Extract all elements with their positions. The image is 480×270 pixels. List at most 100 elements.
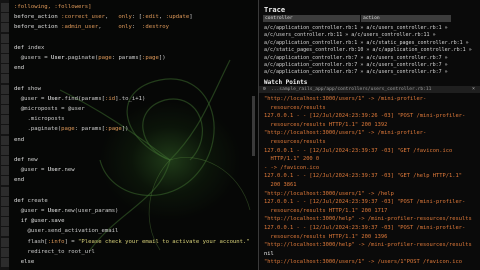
code-line[interactable]: .microposts <box>14 116 64 123</box>
trace-entry[interactable]: a/c/application_controller.rb:7 » a/c/us… <box>264 62 448 68</box>
code-line[interactable]: else <box>14 259 34 266</box>
code-token: "Please check your email to activate you… <box>78 238 250 245</box>
code-line[interactable]: flash[:info] = "Please check your email … <box>14 238 250 246</box>
code-token: new <box>27 157 38 163</box>
code-line[interactable]: def new <box>14 157 38 164</box>
code-token: : params[ <box>111 55 143 61</box>
code-line[interactable]: def create <box>14 198 48 205</box>
code-token: User <box>51 55 65 61</box>
line-number <box>1 145 9 155</box>
code-token: redirect_to root_url <box>14 248 95 255</box>
code-line[interactable]: @user = User.new(user_params) <box>14 208 119 215</box>
code-token: show <box>27 85 41 92</box>
code-token: :destroy <box>142 24 169 31</box>
code-line[interactable]: before_action :admin_user, only: :destro… <box>14 24 169 31</box>
server-log[interactable]: "http://localhost:3000/users/1" -> /mini… <box>259 94 480 270</box>
line-number <box>1 196 9 206</box>
line-number <box>1 84 9 94</box>
code-token: User <box>47 167 62 174</box>
line-number <box>1 227 9 237</box>
code-line[interactable]: end <box>14 65 24 72</box>
line-number <box>1 74 9 84</box>
code-line[interactable]: @user = User.new <box>14 167 75 174</box>
log-line: HTTP/1.1" 200 0 <box>264 156 320 163</box>
code-token: :page <box>104 126 122 133</box>
log-line: nil <box>264 250 274 257</box>
code-token: @microposts = @user <box>14 106 85 112</box>
code-line[interactable]: end <box>14 137 24 144</box>
code-token: :correct_user <box>61 14 105 21</box>
trace-entry[interactable]: a/c/application_controller.rb:1 » a/c/us… <box>264 25 448 31</box>
trace-entry[interactable]: a/c/application_controller.rb:1 » a/c/st… <box>264 40 469 46</box>
line-number <box>1 237 9 247</box>
code-line[interactable]: before_action :correct_user, only: [:edi… <box>14 14 193 21</box>
trace-entry[interactable]: a/c/application_controller.rb:7 » a/c/us… <box>264 69 448 75</box>
code-token: else <box>14 259 35 265</box>
code-token: page <box>61 126 75 133</box>
column-header-action[interactable]: action <box>361 15 451 22</box>
code-line[interactable]: :following, :followers] <box>14 4 91 11</box>
code-editor[interactable]: :following, :followers] before_action :co… <box>0 0 258 270</box>
code-token: .paginate( <box>64 55 99 61</box>
code-token: end <box>14 65 25 72</box>
code-token: :following, :followers] <box>14 4 92 10</box>
code-token: only <box>118 24 132 31</box>
log-line: "http://localhost:3000/users/1" -> /user… <box>264 259 462 266</box>
log-line: resources/results <box>264 139 326 145</box>
code-token: flash[ <box>14 238 48 245</box>
code-token: @user = <box>14 167 48 174</box>
code-line[interactable]: end <box>14 177 24 184</box>
log-line: - -> /favicon.ico <box>264 164 320 171</box>
code-line[interactable]: @users = User.paginate(page: params[:pag… <box>14 55 166 62</box>
code-token: page <box>98 55 112 61</box>
code-token: .paginate( <box>14 126 62 133</box>
code-token: User <box>47 95 62 102</box>
trace-entry[interactable]: a/c/application_controller.rb:7 » a/c/us… <box>264 55 448 61</box>
line-number <box>1 23 9 33</box>
code-line[interactable]: @microposts = @user <box>14 106 85 113</box>
log-line: resources/results HTTP/1.1" 200 1717 <box>264 207 388 214</box>
line-number <box>1 166 9 176</box>
code-token: before_action <box>14 14 62 21</box>
log-line: "http://localhost:3000/users/1" -> /help <box>264 190 394 197</box>
code-token: :id <box>104 95 116 102</box>
code-token: def <box>14 157 28 163</box>
code-token: : [ <box>131 14 143 21</box>
code-line[interactable]: .paginate(page: params[:page]) <box>14 126 129 133</box>
code-token: , <box>104 14 119 21</box>
code-token: ].to_i+1) <box>115 95 146 102</box>
line-number <box>1 156 9 165</box>
log-line: "http://localhost:3000/help" -> /mini-pr… <box>264 242 472 249</box>
trace-entry[interactable]: a/c/users_controller.rb:11 » a/c/users_c… <box>264 32 436 38</box>
gear-icon[interactable]: ⚙ <box>263 87 266 92</box>
line-number <box>1 247 9 257</box>
line-number <box>1 105 9 114</box>
line-number <box>1 115 9 125</box>
editor-scrollbar[interactable] <box>252 96 255 156</box>
line-number <box>1 94 9 104</box>
code-line[interactable]: if @user.save <box>14 218 65 225</box>
code-line[interactable]: @user = User.find(params[:id].to_i+1) <box>14 95 146 103</box>
code-line[interactable]: @user.send_activation_email <box>14 228 118 235</box>
column-header-controller[interactable]: controller <box>263 15 360 22</box>
trace-title: Trace <box>264 6 286 14</box>
code-token: :page <box>142 55 159 61</box>
code-token: @users = <box>14 55 52 61</box>
code-token: @user = <box>14 95 48 102</box>
file-tab-label[interactable]: ...sample_rails_app/app/controllers/user… <box>271 86 431 93</box>
code-line[interactable]: def show <box>14 86 41 93</box>
code-token: ]) <box>158 55 166 61</box>
code-line[interactable]: def index <box>14 45 44 52</box>
code-line[interactable]: redirect_to root_url <box>14 248 95 256</box>
code-token: index <box>27 44 45 51</box>
line-number <box>1 125 9 135</box>
code-token: .new(user_params) <box>61 208 119 214</box>
log-line: 127.0.0.1 - - [12/Jul/2024:23:39:26 -03]… <box>264 113 466 120</box>
close-icon[interactable]: × <box>472 87 475 92</box>
line-number <box>1 135 9 145</box>
code-token: : <box>131 24 143 31</box>
line-number <box>1 217 9 227</box>
trace-entry[interactable]: a/c/static_pages_controller.rb:10 » a/c/… <box>264 47 472 53</box>
code-token: :update <box>165 14 190 21</box>
code-token: ]) <box>121 126 129 133</box>
